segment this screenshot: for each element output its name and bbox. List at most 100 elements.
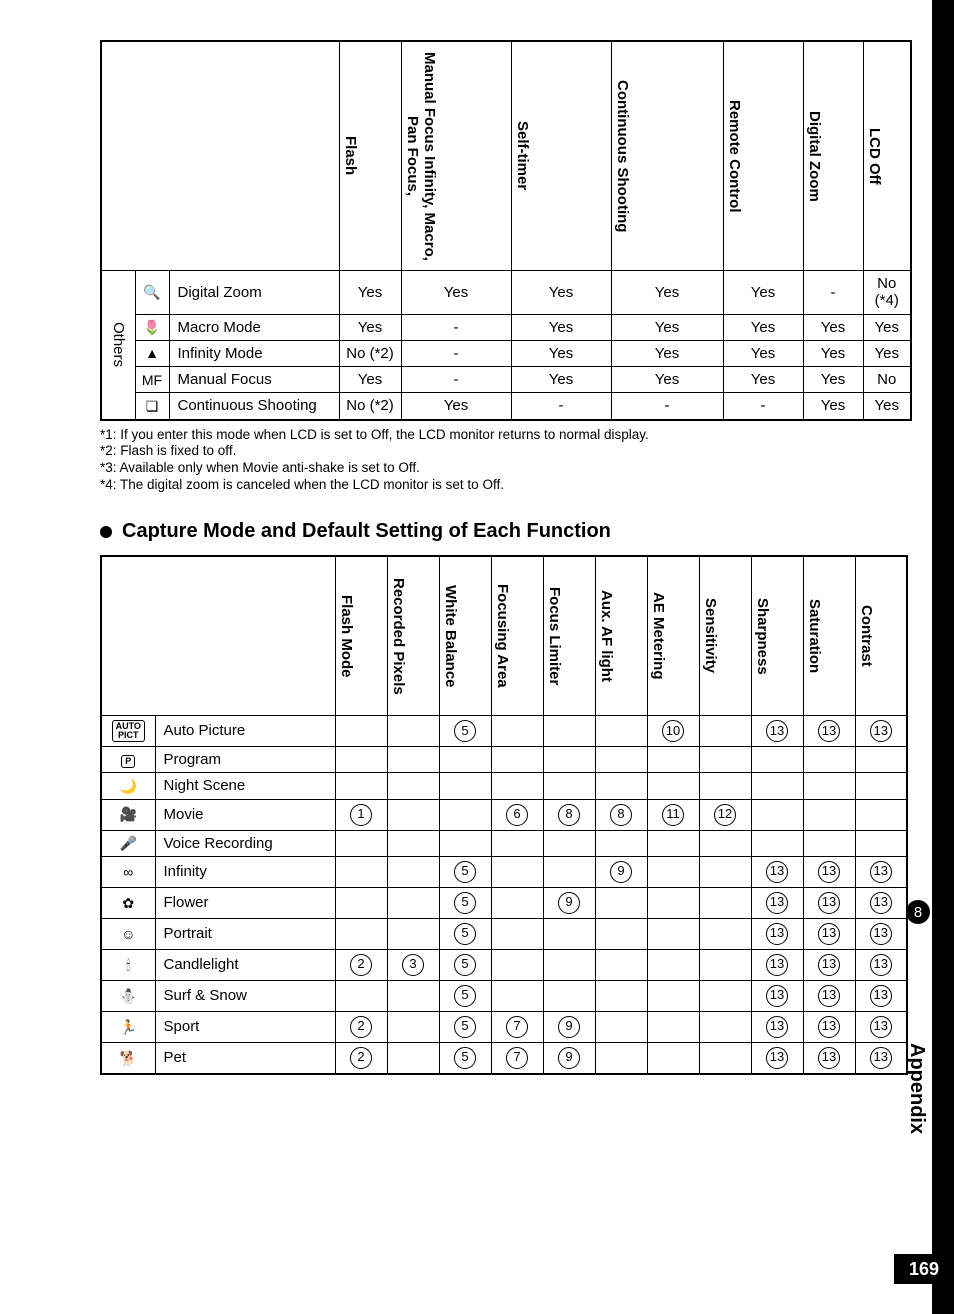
mode-label: Voice Recording [155,830,335,856]
cell: 5 [439,949,491,980]
table-others: Flash Manual Focus Infinity, Macro, Pan … [100,40,912,421]
cell [595,716,647,747]
cell [647,887,699,918]
cell [491,949,543,980]
chapter-title: Appendix [905,1043,928,1134]
cell [491,918,543,949]
cell: Yes [511,340,611,366]
col-header: Remote Control [723,41,803,271]
cell [595,773,647,799]
cell: 5 [439,980,491,1011]
cell [335,830,387,856]
cell [647,918,699,949]
table-row: Flash Mode Recorded Pixels White Balance… [101,556,907,716]
cell: 13 [751,856,803,887]
cell [647,949,699,980]
cell [491,856,543,887]
cell: Yes [511,314,611,340]
page-number: 169 [894,1254,954,1284]
cell: Yes [611,271,723,315]
table-row: AUTOPICTAuto Picture510131313 [101,716,907,747]
mode-label: Infinity [155,856,335,887]
cell: No (*2) [339,393,401,420]
cell: Yes [401,393,511,420]
cell: 3 [387,949,439,980]
group-others: Others [101,271,135,420]
cell: 13 [803,949,855,980]
cell [647,856,699,887]
cell [803,830,855,856]
cell [751,799,803,830]
cell [387,799,439,830]
cell: 9 [543,1011,595,1042]
table-row: ☺Portrait5131313 [101,918,907,949]
table-row: ⛄Surf & Snow5131313 [101,980,907,1011]
mode-label: Movie [155,799,335,830]
cell [543,980,595,1011]
cell: 5 [439,856,491,887]
table-row: ▲Infinity ModeNo (*2)-YesYesYesYesYes [101,340,911,366]
cell [335,747,387,773]
mode-icon: 🎤 [101,830,155,856]
cell [387,887,439,918]
cell [387,830,439,856]
cell: Yes [511,367,611,393]
cell [855,773,907,799]
mode-label: Auto Picture [155,716,335,747]
mode-label: Infinity Mode [169,340,339,366]
table-row: 🌙Night Scene [101,773,907,799]
cell: 9 [595,856,647,887]
cell [387,856,439,887]
cell [387,918,439,949]
cell: 7 [491,1011,543,1042]
cell [855,830,907,856]
cell: 5 [439,1042,491,1074]
cell [335,773,387,799]
mode-icon: 🕯 [101,949,155,980]
cell: Yes [339,314,401,340]
mode-label: Candlelight [155,949,335,980]
cell [647,980,699,1011]
cell [647,1042,699,1074]
mode-label: Digital Zoom [169,271,339,315]
cell [491,887,543,918]
cell: 13 [855,1042,907,1074]
cell: Yes [863,340,911,366]
cell [803,799,855,830]
cell: 13 [855,716,907,747]
cell: - [803,271,863,315]
cell [699,1042,751,1074]
cell: Yes [401,271,511,315]
cell [491,773,543,799]
cell: No [863,367,911,393]
mode-icon: ❏ [135,393,169,420]
cell [439,799,491,830]
cell [751,773,803,799]
mode-icon: ☺ [101,918,155,949]
cell [855,747,907,773]
col-header: Focusing Area [491,556,543,716]
cell [335,856,387,887]
col-header: Flash [339,41,401,271]
section-heading: Capture Mode and Default Setting of Each… [100,520,894,543]
cell [335,887,387,918]
cell: 13 [855,918,907,949]
cell: 5 [439,1011,491,1042]
header-blank [101,41,339,271]
cell [595,830,647,856]
col-header: Contrast [855,556,907,716]
cell [699,918,751,949]
cell: 11 [647,799,699,830]
cell: Yes [803,393,863,420]
cell: Yes [723,271,803,315]
cell: 1 [335,799,387,830]
cell: 13 [855,949,907,980]
cell [647,747,699,773]
cell [699,716,751,747]
cell: 2 [335,1042,387,1074]
cell [491,830,543,856]
cell [335,918,387,949]
table-row: Flash Manual Focus Infinity, Macro, Pan … [101,41,911,271]
cell: 13 [751,887,803,918]
cell: 13 [803,1011,855,1042]
